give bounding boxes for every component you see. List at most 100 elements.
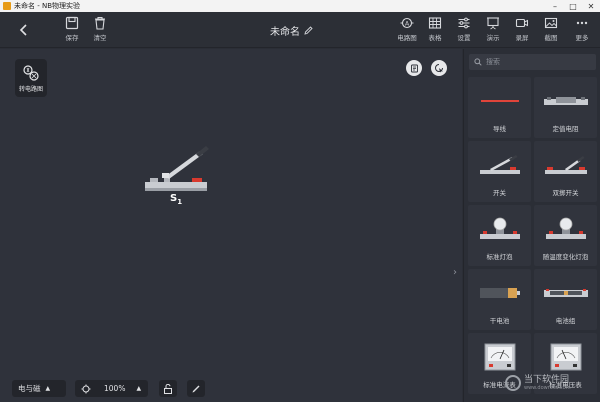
bulb-icon [479, 217, 520, 239]
convert-circuit-icon [23, 64, 39, 81]
image-icon [544, 17, 558, 29]
clear-button[interactable]: 清空 [86, 16, 114, 42]
workspace-canvas[interactable]: 转电路图 S1 › 电与磁 ▲ 100% ▲ [0, 49, 462, 402]
battery-icon [479, 288, 520, 298]
save-button[interactable]: 保存 [58, 16, 86, 42]
minimize-button[interactable]: – [546, 0, 564, 12]
watermark-logo-icon [505, 375, 521, 391]
save-icon [65, 16, 79, 30]
back-button[interactable] [14, 20, 34, 40]
window-titlebar: 未命名 - NB物理实验 – □ ✕ [0, 0, 600, 12]
component-item-switch[interactable]: 开关 [468, 141, 531, 202]
circuit-diagram-button[interactable]: A 电路图 [393, 16, 421, 42]
svg-text:A: A [405, 20, 410, 27]
more-label: 更多 [575, 34, 589, 42]
component-item-wire[interactable]: 导线 [468, 77, 531, 138]
bottom-bar: 电与磁 ▲ 100% ▲ [0, 374, 462, 402]
zoom-control[interactable]: 100% ▲ [75, 380, 148, 397]
presentation-icon [487, 17, 499, 30]
unlock-icon [164, 383, 172, 394]
more-button[interactable]: 更多 [568, 16, 596, 42]
pencil-icon [304, 26, 313, 35]
mode-select[interactable]: 电与磁 ▲ [12, 380, 66, 397]
component-item-label: 开关 [493, 189, 506, 197]
convert-to-circuit-label: 转电路图 [18, 85, 43, 93]
temperature-bulb-icon [545, 217, 586, 239]
component-item-label: 干电池 [489, 317, 510, 325]
table-button[interactable]: 表格 [421, 16, 449, 42]
circuit-diagram-icon: A [400, 17, 414, 29]
document-title-text: 未命名 [270, 27, 300, 38]
component-item-label: 电池组 [555, 317, 576, 325]
app-toolbar: 保存 清空 未命名 A 电路图 表格 设置 演示 录屏 截图 更多 [0, 12, 600, 48]
wire-icon [480, 100, 519, 102]
video-camera-icon [515, 18, 528, 28]
search-icon [474, 58, 482, 66]
mode-select-value: 电与磁 [18, 384, 41, 393]
more-icon [576, 21, 588, 25]
knife-switch-icon [145, 146, 209, 191]
demo-button[interactable]: 演示 [479, 16, 507, 42]
component-item-label: 随温度变化灯泡 [542, 253, 589, 261]
watermark-text: 当下软件园 [524, 374, 570, 385]
component-label: S1 [170, 193, 182, 206]
double-throw-switch-icon [544, 156, 587, 174]
pen-icon [192, 385, 200, 392]
watermark-subtext: www.downxia.com [524, 384, 571, 391]
notes-button[interactable] [406, 60, 422, 76]
table-label: 表格 [428, 34, 442, 42]
cursor-circle-icon [435, 64, 443, 73]
pointer-mode-button[interactable] [431, 60, 447, 76]
component-item-standard-bulb[interactable]: 标准灯泡 [468, 205, 531, 266]
maximize-button[interactable]: □ [564, 0, 582, 12]
resistor-icon [543, 97, 588, 105]
caret-up-icon: ▲ [136, 385, 142, 392]
screenshot-label: 截图 [544, 34, 558, 42]
ammeter-icon [484, 343, 515, 371]
component-grid: 导线 定值电阻 开关 双掷开关 标准灯泡 随温度变化灯泡 干电池 电池组 标准电… [468, 77, 598, 394]
switch-icon [479, 155, 520, 174]
component-search[interactable] [469, 54, 596, 70]
document-title[interactable]: 未命名 [270, 23, 313, 38]
component-item-label: 导线 [493, 125, 506, 133]
voltmeter-icon [550, 343, 581, 371]
record-label: 录屏 [515, 34, 529, 42]
component-item-temperature-bulb[interactable]: 随温度变化灯泡 [534, 205, 597, 266]
save-label: 保存 [65, 34, 79, 42]
demo-label: 演示 [486, 34, 500, 42]
sliders-icon [458, 17, 470, 29]
component-item-label: 双掷开关 [552, 189, 579, 197]
trash-icon [95, 16, 105, 30]
watermark: 当下软件园 www.downxia.com [505, 368, 600, 398]
component-panel: 导线 定值电阻 开关 双掷开关 标准灯泡 随温度变化灯泡 干电池 电池组 [463, 49, 600, 402]
component-label-subscript: 1 [177, 198, 183, 206]
component-item-label: 标准灯泡 [486, 253, 513, 261]
chevron-left-icon [19, 24, 27, 36]
search-input[interactable] [486, 58, 586, 66]
chevron-right-icon: › [453, 267, 457, 278]
record-button[interactable]: 录屏 [508, 16, 536, 42]
collapse-panel-button[interactable]: › [453, 267, 457, 278]
zoom-value: 100% [104, 384, 126, 393]
settings-button[interactable]: 设置 [450, 16, 478, 42]
component-item-battery[interactable]: 干电池 [468, 269, 531, 330]
table-icon [428, 17, 442, 29]
caret-up-icon: ▲ [45, 385, 51, 392]
component-item-label: 定值电阻 [552, 125, 579, 133]
settings-label: 设置 [457, 34, 471, 42]
component-item-double-throw-switch[interactable]: 双掷开关 [534, 141, 597, 202]
convert-to-circuit-button[interactable]: 转电路图 [15, 59, 47, 97]
document-list-icon [410, 64, 418, 72]
locate-icon [81, 384, 91, 393]
battery-pack-icon [543, 289, 588, 297]
component-item-resistor[interactable]: 定值电阻 [534, 77, 597, 138]
draw-button[interactable] [187, 380, 205, 397]
unlock-button[interactable] [159, 380, 177, 397]
window-title: 未命名 - NB物理实验 [14, 2, 81, 10]
app-icon [3, 2, 11, 10]
component-item-battery-pack[interactable]: 电池组 [534, 269, 597, 330]
close-button[interactable]: ✕ [582, 0, 600, 12]
circuit-diagram-label: 电路图 [397, 34, 417, 42]
screenshot-button[interactable]: 截图 [537, 16, 565, 42]
clear-label: 清空 [93, 34, 107, 42]
